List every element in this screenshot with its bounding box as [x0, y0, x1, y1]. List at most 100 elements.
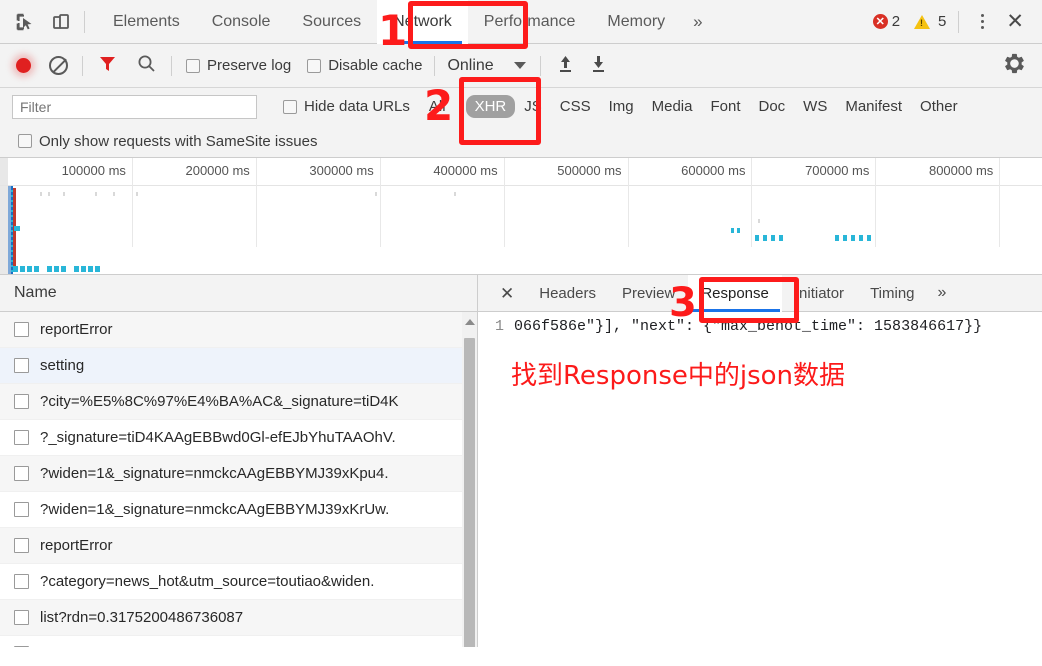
overview-request-bar — [375, 192, 377, 196]
overview-request-bar — [11, 260, 13, 262]
request-row-checkbox[interactable] — [14, 538, 29, 553]
hide-data-urls-checkbox[interactable]: Hide data URLs — [283, 98, 410, 115]
request-list-scrollbar[interactable] — [462, 312, 477, 647]
request-row-checkbox[interactable] — [14, 466, 29, 481]
tab-timing[interactable]: Timing — [857, 275, 927, 312]
overview-request-bar — [11, 240, 13, 242]
filter-type-img[interactable]: Img — [600, 95, 643, 118]
filter-divider — [459, 96, 461, 117]
preserve-log-checkbox[interactable]: Preserve log — [186, 57, 291, 74]
device-toolbar-icon[interactable] — [50, 11, 72, 33]
overview-tick-label: 300000 ms — [309, 163, 374, 178]
overview-tick-label: 400000 ms — [433, 163, 498, 178]
record-button[interactable] — [16, 58, 31, 73]
table-row[interactable]: ?city=%E5%8C%97%E4%BA%AC&_signature=tiD4… — [0, 384, 477, 420]
overview-request-bar — [11, 215, 13, 217]
request-name: ?widen=1&_signature=nmckcAAgEBBYMJ39xKrU… — [40, 501, 390, 518]
tab-initiator[interactable]: Initiator — [782, 275, 857, 312]
request-row-checkbox[interactable] — [14, 646, 29, 647]
table-row[interactable]: reportError — [0, 312, 477, 348]
filter-type-all[interactable]: All — [420, 95, 455, 118]
filter-type-font[interactable]: Font — [701, 95, 749, 118]
inspect-cursor-icon[interactable] — [14, 11, 36, 33]
more-tabs-icon[interactable]: » — [681, 12, 714, 32]
detail-close-icon[interactable]: ✕ — [488, 285, 526, 302]
overview-request-bar — [74, 266, 79, 272]
request-row-checkbox[interactable] — [14, 394, 29, 409]
close-icon[interactable]: ✕ — [1000, 11, 1030, 32]
table-row[interactable]: list?rdn=0.3175200486736087 — [0, 600, 477, 636]
tab-headers[interactable]: Headers — [526, 275, 609, 312]
error-count-badge[interactable]: ✕ 2 — [872, 13, 900, 30]
tab-performance[interactable]: Performance — [468, 0, 592, 44]
request-list[interactable]: reportError setting ?city=%E5%8C%97%E4%BA%… — [0, 312, 477, 647]
request-row-checkbox[interactable] — [14, 502, 29, 517]
filter-type-media[interactable]: Media — [643, 95, 702, 118]
overview-request-bar — [771, 235, 775, 241]
request-row-checkbox[interactable] — [14, 322, 29, 337]
tab-elements[interactable]: Elements — [97, 0, 196, 44]
detail-more-tabs-icon[interactable]: » — [928, 284, 957, 302]
overview-request-bar — [755, 235, 759, 241]
gear-icon[interactable] — [1003, 52, 1026, 80]
response-body[interactable]: 1 066f586e"}], "next": {"max_behot_time"… — [478, 312, 1042, 647]
table-row[interactable]: ?widen=1&_signature=nmckcAAgEBBYMJ39xKpu… — [0, 456, 477, 492]
request-name: list?rdn=0.769856978706936 — [40, 645, 235, 647]
overview-request-bar — [34, 266, 39, 272]
filter-type-doc[interactable]: Doc — [749, 95, 794, 118]
filter-type-js[interactable]: JS — [515, 95, 551, 118]
tab-preview[interactable]: Preview — [609, 275, 688, 312]
column-header-name[interactable]: Name — [0, 275, 477, 312]
network-overview[interactable]: 100000 ms 200000 ms 300000 ms 400000 ms 5000… — [0, 158, 1042, 275]
table-row[interactable]: ?widen=1&_signature=nmckcAAgEBBYMJ39xKrU… — [0, 492, 477, 528]
request-row-checkbox[interactable] — [14, 574, 29, 589]
tab-memory[interactable]: Memory — [591, 0, 681, 44]
overview-request-bar — [731, 228, 734, 233]
tab-response[interactable]: Response — [688, 274, 782, 312]
request-row-checkbox[interactable] — [14, 610, 29, 625]
table-row[interactable]: ?_signature=tiD4KAAgEBBwd0Gl-efEJbYhuTAA… — [0, 420, 477, 456]
table-row[interactable]: ?category=news_hot&utm_source=toutiao&wi… — [0, 564, 477, 600]
warning-count-badge[interactable]: 5 — [914, 13, 946, 30]
filter-type-css[interactable]: CSS — [551, 95, 600, 118]
samesite-checkbox[interactable]: Only show requests with SameSite issues — [18, 133, 317, 150]
overview-request-bar — [843, 235, 847, 241]
clear-button[interactable] — [49, 56, 68, 75]
request-row-checkbox[interactable] — [14, 358, 29, 373]
request-row-checkbox[interactable] — [14, 430, 29, 445]
request-name: setting — [40, 357, 85, 374]
overview-tick-label: 800000 ms — [928, 163, 994, 178]
filter-input[interactable] — [12, 94, 257, 119]
filter-type-xhr[interactable]: XHR — [465, 95, 516, 118]
response-json-text: 066f586e"}], "next": {"max_behot_time": … — [514, 318, 983, 335]
filter-funnel-icon[interactable] — [97, 53, 118, 79]
disable-cache-checkbox[interactable]: Disable cache — [307, 57, 422, 74]
filter-type-manifest[interactable]: Manifest — [836, 95, 911, 118]
import-har-icon[interactable] — [555, 53, 576, 79]
filter-type-other[interactable]: Other — [911, 95, 967, 118]
search-icon[interactable] — [136, 53, 157, 79]
scroll-up-icon[interactable] — [465, 319, 475, 325]
scrollbar-thumb[interactable] — [464, 338, 475, 647]
tab-console[interactable]: Console — [196, 0, 287, 44]
devtools-main-tabbar: Elements Console Sources Network Perform… — [0, 0, 1042, 44]
table-row[interactable]: reportError — [0, 528, 477, 564]
overview-request-bar — [88, 266, 93, 272]
table-row[interactable]: setting — [0, 348, 477, 384]
filter-type-ws[interactable]: WS — [794, 95, 836, 118]
chevron-down-icon[interactable] — [513, 62, 526, 69]
export-har-icon[interactable] — [588, 53, 609, 79]
table-row[interactable]: list?rdn=0.769856978706936 — [0, 636, 477, 647]
overview-request-bar — [11, 210, 13, 212]
overview-request-bar — [27, 266, 32, 272]
overview-request-bar — [763, 235, 767, 241]
tab-sources[interactable]: Sources — [286, 0, 377, 44]
kebab-menu-icon[interactable] — [971, 14, 994, 29]
toolbar-divider-3 — [434, 55, 436, 76]
overview-request-bar — [737, 228, 740, 233]
warning-count-label: 5 — [938, 13, 947, 30]
tab-network[interactable]: Network — [377, 0, 468, 44]
disable-cache-box — [307, 58, 322, 73]
throttling-select[interactable]: Online — [447, 57, 493, 75]
overview-request-bar — [11, 190, 13, 192]
